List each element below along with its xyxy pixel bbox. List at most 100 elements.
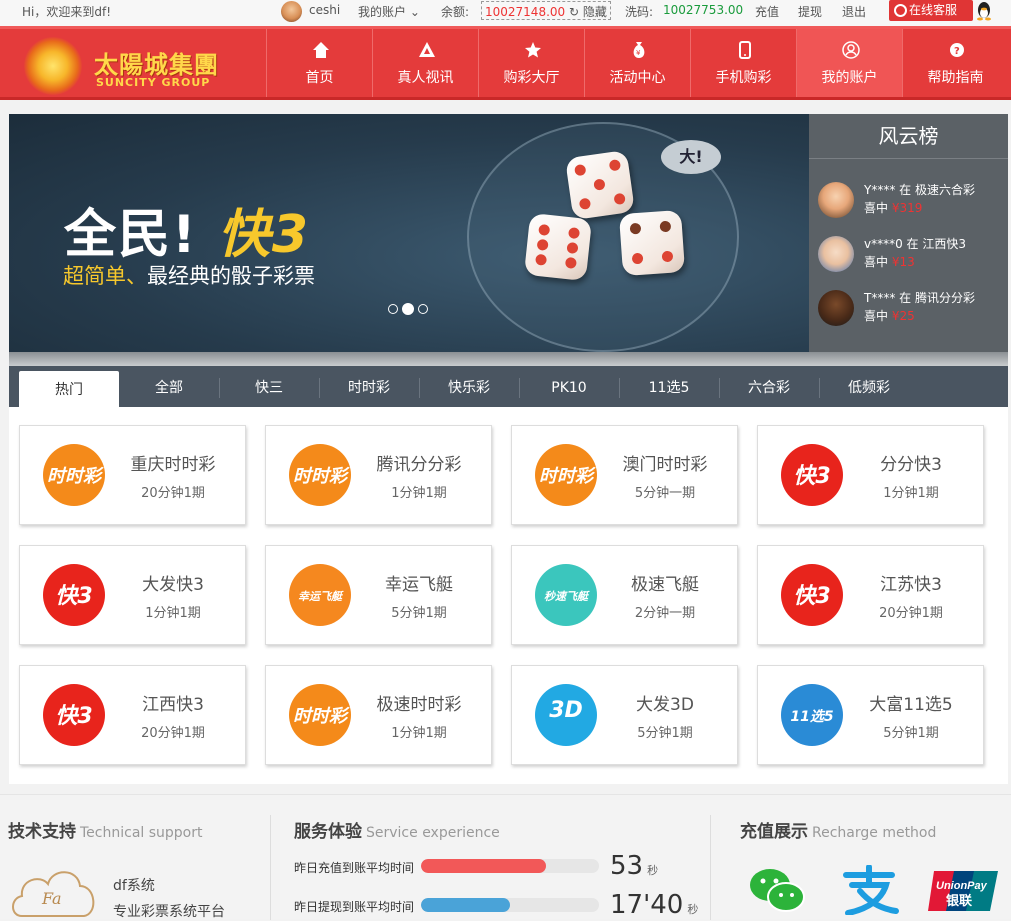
banner-headline: 全民! 快3	[64, 192, 310, 267]
d3-lottery-icon: 3D	[535, 684, 597, 746]
game-card[interactable]: 时时彩 澳门时时彩 5分钟一期	[511, 425, 738, 525]
refresh-icon[interactable]: ↻	[569, 5, 579, 19]
game-icon-text: 时时彩	[293, 466, 347, 487]
carousel-dot[interactable]	[388, 304, 398, 314]
carousel-dot[interactable]	[402, 303, 414, 315]
dice-icon	[523, 212, 593, 282]
nav-item-2[interactable]: 购彩大厅	[478, 29, 584, 97]
game-card[interactable]: 快3 分分快3 1分钟1期	[757, 425, 984, 525]
headset-icon	[894, 4, 907, 17]
online-service-button[interactable]: 在线客服	[889, 0, 973, 21]
recharge-link[interactable]: 充值	[755, 3, 779, 20]
game-frequency: 1分钟1期	[391, 726, 447, 741]
game-card[interactable]: 时时彩 极速时时彩 1分钟1期	[265, 665, 492, 765]
tab-divider	[419, 378, 420, 398]
qq-penguin-icon[interactable]	[975, 1, 993, 21]
game-frequency: 5分钟1期	[391, 606, 447, 621]
nav-item-5[interactable]: 我的账户	[796, 29, 902, 97]
game-card[interactable]: 时时彩 重庆时时彩 20分钟1期	[19, 425, 246, 525]
carousel-dot[interactable]	[418, 304, 428, 314]
hide-balance-button[interactable]: 隐藏	[583, 5, 607, 19]
user-avatar[interactable]	[281, 1, 302, 22]
alipay-icon[interactable]	[838, 865, 900, 915]
nav-item-0[interactable]: 首页	[266, 29, 372, 97]
footer-divider	[710, 815, 711, 920]
deposit-time: 53 秒	[610, 851, 658, 881]
fly2-lottery-icon: 秒速飞艇	[535, 564, 597, 626]
tab-8[interactable]: 低频彩	[819, 370, 919, 407]
game-card[interactable]: 时时彩 腾讯分分彩 1分钟1期	[265, 425, 492, 525]
leaderboard: 风云榜 Y**** 在 极速六合彩 喜中 ¥319 v****0 在 江西快3 喜中 …	[809, 114, 1008, 352]
nav-item-1[interactable]: 真人视讯	[372, 29, 478, 97]
site-logo[interactable]: 太陽城集團 SUNCITY GROUP	[14, 35, 264, 95]
game-name: 大富11选5	[869, 695, 953, 715]
account-menu[interactable]: 我的账户 ⌄	[358, 3, 420, 20]
leaderboard-entry: Y**** 在 极速六合彩 喜中 ¥319	[818, 180, 1008, 220]
greeting-text: Hi，欢迎来到df!	[22, 5, 112, 19]
game-icon-text: 时时彩	[293, 706, 347, 727]
game-name: 澳门时时彩	[622, 455, 708, 475]
game-icon-text: 快3	[793, 584, 831, 609]
wash-value: 10027753.00	[663, 3, 744, 17]
withdraw-link[interactable]: 提现	[798, 3, 822, 20]
nav-item-6[interactable]: ? 帮助指南	[902, 29, 1008, 97]
cloud-logo-icon: Fa	[12, 871, 95, 917]
tab-divider	[719, 378, 720, 398]
tab-6[interactable]: 11选5	[619, 370, 719, 407]
tab-2[interactable]: 快三	[219, 370, 319, 407]
nav-item-label: 购彩大厅	[503, 70, 560, 86]
tech-title-en: Technical support	[80, 825, 203, 841]
k3-lottery-icon: 快3	[43, 684, 105, 746]
nav-item-3[interactable]: ¥ 活动中心	[584, 29, 690, 97]
tab-5[interactable]: PK10	[519, 370, 619, 407]
wechat-pay-icon[interactable]	[746, 865, 808, 915]
game-card[interactable]: 快3 江苏快3 20分钟1期	[757, 545, 984, 645]
sun-emblem-icon	[24, 37, 82, 95]
game-card[interactable]: 11选5 大富11选5 5分钟1期	[757, 665, 984, 765]
withdraw-unit: 秒	[687, 903, 699, 916]
banner-sub-b: 最经典的骰子彩票	[147, 264, 315, 288]
logout-link[interactable]: 退出	[842, 3, 866, 20]
unionpay-en-text: UnionPay	[936, 880, 988, 892]
tab-3[interactable]: 时时彩	[319, 370, 419, 407]
game-card[interactable]: 幸运飞艇 幸运飞艇 5分钟1期	[265, 545, 492, 645]
game-card[interactable]: 秒速飞艇 极速飞艇 2分钟一期	[511, 545, 738, 645]
game-icon-text: 3D	[549, 698, 583, 723]
game-name: 江西快3	[142, 695, 204, 715]
deposit-bar	[421, 859, 599, 873]
unionpay-icon[interactable]: UnionPay 银联	[928, 865, 1000, 915]
balance-value: 10027148.00	[485, 5, 566, 19]
tab-1[interactable]: 全部	[119, 370, 219, 407]
game-icon-text: 幸运飞艇	[298, 590, 342, 603]
game-card[interactable]: 快3 江西快3 20分钟1期	[19, 665, 246, 765]
leaderboard-entry: v****0 在 江西快3 喜中 ¥13	[818, 234, 1008, 274]
wash-label: 洗码:	[625, 5, 654, 19]
game-frequency: 1分钟1期	[391, 486, 447, 501]
money-bag-icon: ¥	[633, 42, 645, 58]
lottery-tabs: 热门 全部 快三 时时彩 快乐彩 PK10 11选5 六合彩 低频彩	[9, 366, 1008, 407]
tab-4[interactable]: 快乐彩	[419, 370, 519, 407]
tab-divider	[319, 378, 320, 398]
banner-sub-a: 超简单、	[63, 264, 147, 288]
game-icon-text: 快3	[793, 464, 831, 489]
nav-item-4[interactable]: 手机购彩	[690, 29, 796, 97]
username[interactable]: ceshi	[309, 3, 340, 17]
game-name: 江苏快3	[880, 575, 942, 595]
game-icon-text: 快3	[55, 704, 93, 729]
recharge-title-cn: 充值展示	[740, 822, 808, 842]
game-card[interactable]: 快3 大发快3 1分钟1期	[19, 545, 246, 645]
winner-game: Y**** 在 极速六合彩	[864, 183, 975, 197]
game-name: 极速飞艇	[631, 575, 699, 595]
winner-prize: 喜中 ¥25	[864, 307, 915, 324]
user-icon	[842, 41, 860, 59]
tab-7[interactable]: 六合彩	[719, 370, 819, 407]
game-frequency: 2分钟一期	[634, 606, 696, 621]
hero-banner[interactable]: 全民! 快3 超简单、最经典的骰子彩票 大!	[9, 114, 809, 352]
game-name: 分分快3	[880, 455, 942, 475]
game-card[interactable]: 3D 大发3D 5分钟1期	[511, 665, 738, 765]
cloud-logo-text: Fa	[41, 889, 62, 908]
game-icon-text: 秒速飞艇	[544, 590, 588, 603]
tab-0[interactable]: 热门	[19, 371, 119, 407]
prize-amount: ¥25	[891, 309, 915, 323]
banner-headline-a: 全民!	[64, 205, 198, 265]
